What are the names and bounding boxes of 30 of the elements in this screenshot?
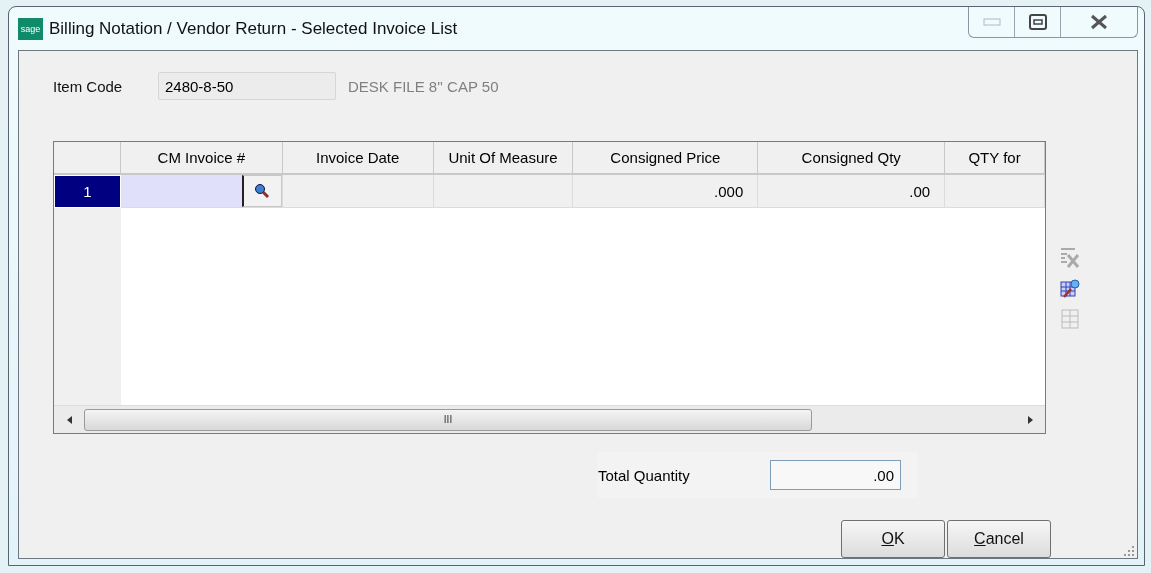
app-logo: sage xyxy=(18,17,43,40)
ok-button[interactable]: OK xyxy=(841,520,945,558)
cancel-button[interactable]: Cancel xyxy=(947,520,1051,558)
grid-search-icon[interactable] xyxy=(1060,278,1080,299)
scroll-right-icon[interactable] xyxy=(1027,415,1033,424)
table-cell: .00 xyxy=(758,175,946,208)
column-header[interactable]: Unit Of Measure xyxy=(433,142,574,175)
minimize-icon xyxy=(982,18,1001,26)
item-code-field: 2480-8-50 xyxy=(158,72,336,100)
total-quantity-label: Total Quantity xyxy=(598,466,691,484)
column-header[interactable]: Consigned Price xyxy=(573,142,759,175)
row-header[interactable]: 1 xyxy=(54,175,121,208)
invoice-input-cell[interactable] xyxy=(120,175,283,208)
scroll-left-icon[interactable] xyxy=(66,415,72,424)
lookup-button[interactable] xyxy=(241,175,282,207)
column-header[interactable]: Consigned Qty xyxy=(758,142,946,175)
window-title: Billing Notation / Vendor Return - Selected Invoice List xyxy=(49,18,459,39)
resize-grip-icon[interactable] xyxy=(1123,544,1135,556)
horizontal-scrollbar[interactable]: III xyxy=(54,405,1045,433)
column-header[interactable]: QTY for xyxy=(945,142,1045,175)
column-header[interactable]: Invoice Date xyxy=(282,142,434,175)
close-icon xyxy=(1089,14,1109,30)
restore-icon xyxy=(1028,14,1047,30)
item-description: DESK FILE 8'' CAP 50 xyxy=(348,77,499,95)
column-header[interactable]: CM Invoice # xyxy=(120,142,283,175)
search-icon xyxy=(254,183,271,199)
item-code-label: Item Code xyxy=(53,77,124,95)
table-cell: .000 xyxy=(573,175,759,208)
scroll-thumb[interactable]: III xyxy=(84,408,812,431)
total-quantity-field: .00 xyxy=(770,460,901,490)
